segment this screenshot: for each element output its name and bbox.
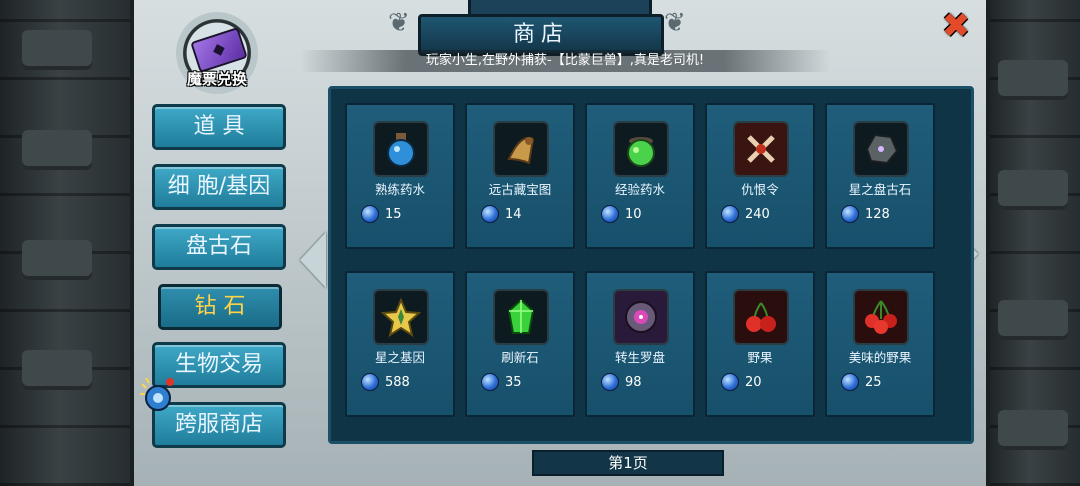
prev-page-arrow[interactable]: [300, 232, 326, 288]
magic-ticket-label[interactable]: 魔票兑换: [172, 68, 262, 89]
left-stone-wall: [0, 0, 132, 486]
cherry-bunch-icon: [853, 289, 909, 345]
item-name: 星之盘古石: [848, 182, 912, 197]
item-price: 25: [865, 374, 882, 390]
category-props[interactable]: 道 具: [152, 104, 286, 150]
gold-star-icon: [373, 289, 429, 345]
shop-item-card[interactable]: 星之盘古石 128: [825, 103, 935, 249]
blue-gem-icon: [721, 373, 739, 391]
close-icon[interactable]: ✖: [940, 9, 972, 43]
green-cauldron-icon: [613, 121, 669, 177]
shop-item-card[interactable]: 美味的野果 25: [825, 271, 935, 417]
blue-gem-icon: [841, 373, 859, 391]
item-price: 98: [625, 374, 642, 390]
item-name: 远古藏宝图: [488, 182, 552, 197]
item-name: 野果: [747, 350, 773, 365]
shop-item-card[interactable]: 转生罗盘 98: [585, 271, 695, 417]
item-name: 转生罗盘: [614, 350, 665, 365]
item-name: 刷新石: [501, 350, 539, 365]
shop-item-grid: 熟练药水 15 远古藏宝图 14 经验药水 10 仇恨令 240 星之盘古石 1…: [328, 86, 974, 444]
category-diamond[interactable]: 钻 石: [158, 284, 282, 330]
category-pangu-stone[interactable]: 盘古石: [152, 224, 286, 270]
item-price: 20: [745, 374, 762, 390]
blue-gem-icon: [601, 373, 619, 391]
item-name: 仇恨令: [741, 182, 779, 197]
shop-item-card[interactable]: 野果 20: [705, 271, 815, 417]
thorn-ornament-left: ❦: [388, 8, 410, 38]
blue-gem-icon: [361, 373, 379, 391]
floating-helper-icon[interactable]: [138, 374, 180, 416]
rebirth-compass-icon: [613, 289, 669, 345]
thorn-ornament-right: ❦: [664, 8, 686, 38]
item-price: 588: [385, 374, 410, 390]
item-price: 14: [505, 206, 522, 222]
item-name: 经验药水: [614, 182, 665, 197]
blue-gem-icon: [361, 205, 379, 223]
blue-gem-icon: [601, 205, 619, 223]
item-price: 10: [625, 206, 642, 222]
crossed-swords-icon: [733, 121, 789, 177]
blue-gem-icon: [841, 205, 859, 223]
category-cell-gene[interactable]: 细 胞/基因: [152, 164, 286, 210]
item-price: 128: [865, 206, 890, 222]
blue-gem-icon: [721, 205, 739, 223]
announcement-banner: 玩家小生,在野外捕获-【比蒙巨兽】,真是老司机!: [300, 50, 830, 72]
blue-gem-icon: [481, 373, 499, 391]
item-name: 星之基因: [374, 350, 425, 365]
shop-item-card[interactable]: 刷新石 35: [465, 271, 575, 417]
star-stone-icon: [853, 121, 909, 177]
green-crystal-icon: [493, 289, 549, 345]
shop-item-card[interactable]: 仇恨令 240: [705, 103, 815, 249]
blue-potion-icon: [373, 121, 429, 177]
shop-item-card[interactable]: 远古藏宝图 14: [465, 103, 575, 249]
item-name: 美味的野果: [848, 350, 912, 365]
right-stone-wall: [988, 0, 1080, 486]
item-price: 15: [385, 206, 402, 222]
shop-item-card[interactable]: 熟练药水 15: [345, 103, 455, 249]
item-price: 35: [505, 374, 522, 390]
cherry-icon: [733, 289, 789, 345]
page-indicator: 第1页: [532, 450, 724, 476]
item-price: 240: [745, 206, 770, 222]
treasure-map-icon: [493, 121, 549, 177]
blue-gem-icon: [481, 205, 499, 223]
item-name: 熟练药水: [374, 182, 425, 197]
shop-item-card[interactable]: 星之基因 588: [345, 271, 455, 417]
shop-item-card[interactable]: 经验药水 10: [585, 103, 695, 249]
